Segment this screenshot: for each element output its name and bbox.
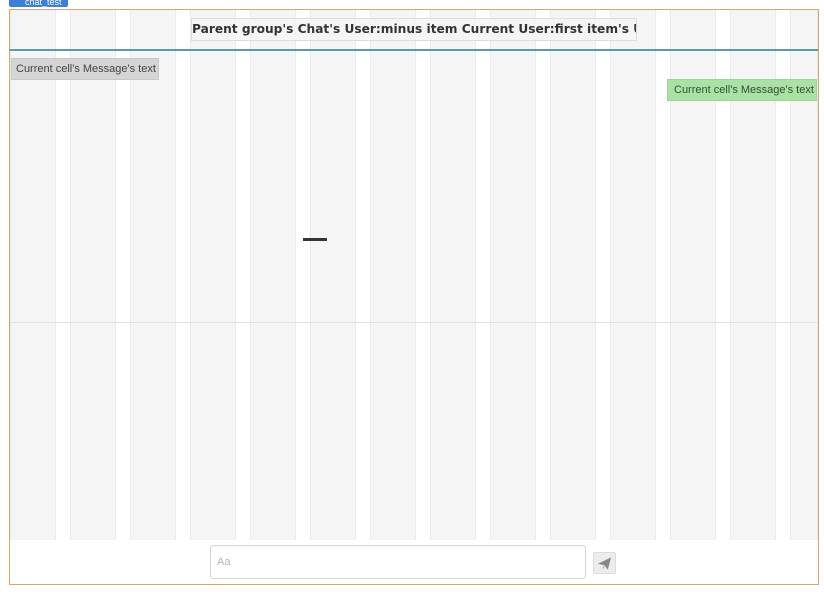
repeating-cell-divider	[10, 322, 818, 323]
message-input[interactable]	[211, 546, 585, 578]
composer-bar	[10, 540, 818, 584]
chat-header[interactable]: Parent group's Chat's User:minus item Cu…	[10, 10, 818, 51]
send-button[interactable]	[593, 552, 616, 574]
editor-canvas: chat_test Parent group's Chat's User:min…	[0, 0, 824, 592]
message-bubble-sent[interactable]: Current cell's Message's text	[667, 79, 817, 101]
element-name-tag[interactable]: chat_test	[9, 0, 68, 7]
message-bubble-received[interactable]: Current cell's Message's text	[11, 58, 159, 80]
paper-plane-icon	[597, 556, 612, 570]
divider-dash	[303, 238, 327, 241]
message-input-wrapper	[210, 545, 586, 579]
chat-header-title[interactable]: Parent group's Chat's User:minus item Cu…	[191, 18, 637, 41]
messages-repeating-group[interactable]: Current cell's Message's text Current ce…	[10, 53, 818, 540]
